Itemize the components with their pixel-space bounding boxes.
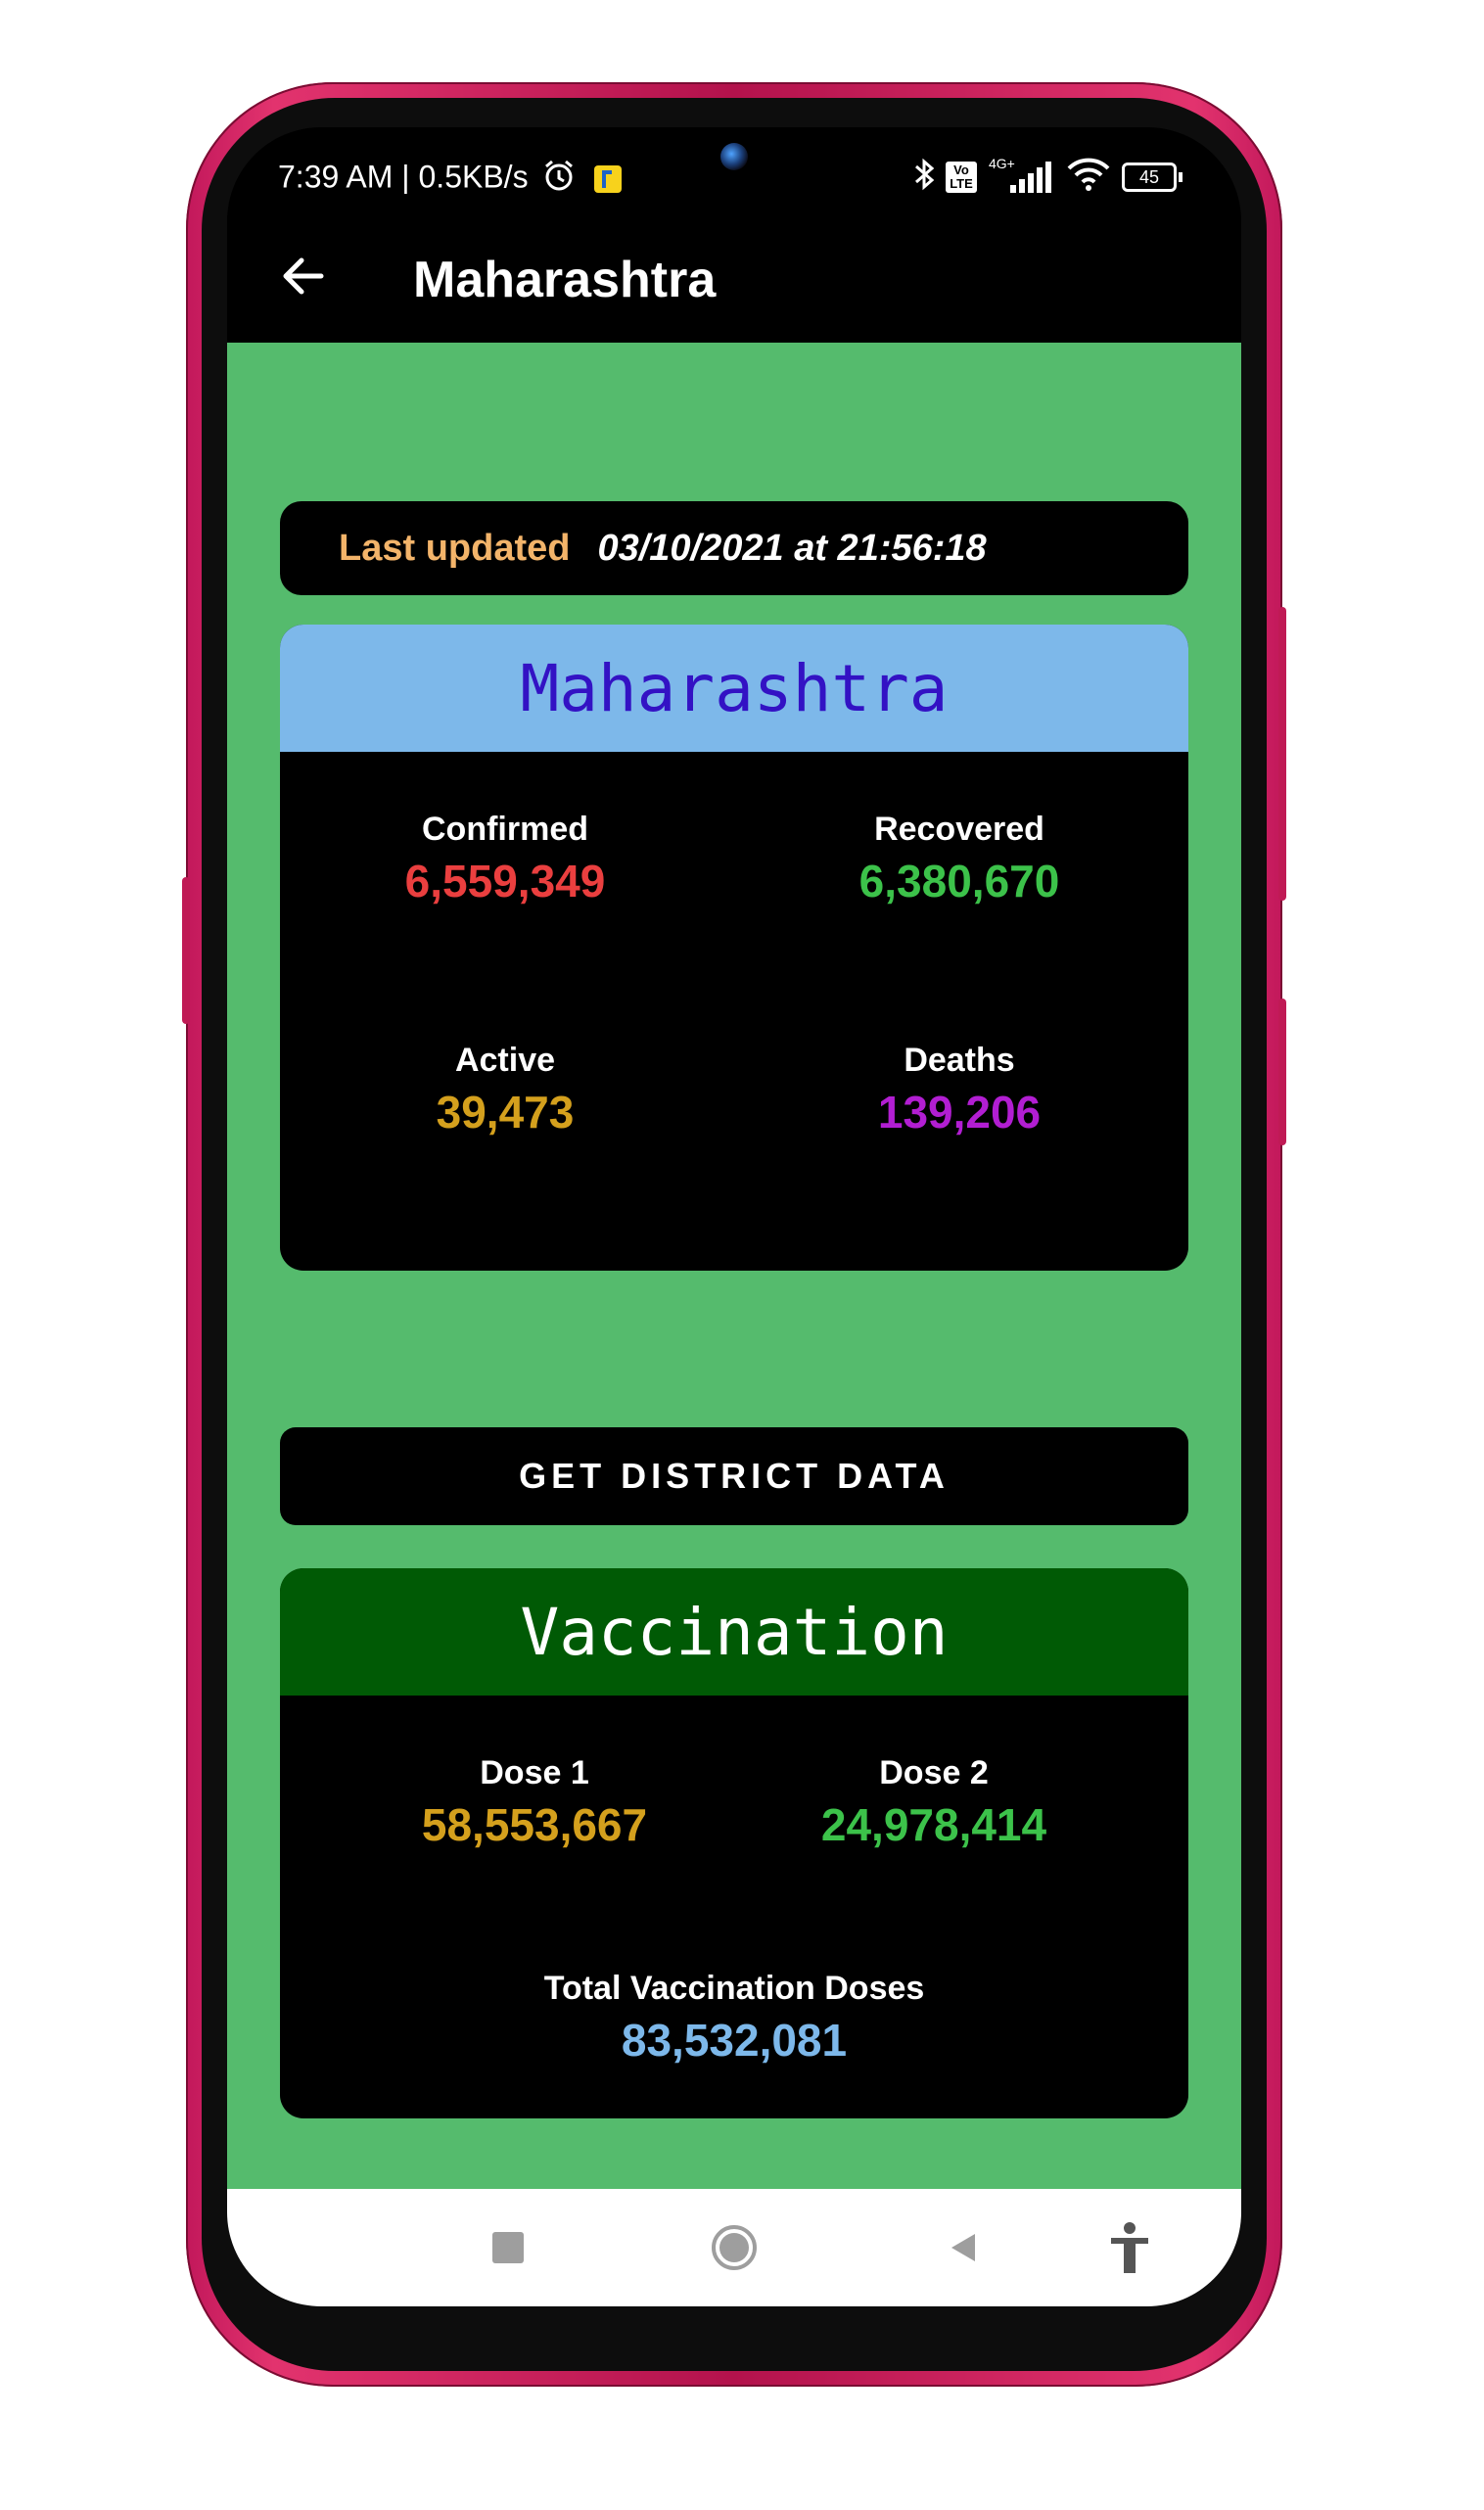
stat-label: Dose 2 bbox=[879, 1754, 989, 1791]
last-updated-label: Last updated bbox=[339, 527, 571, 569]
stat-label: Total Vaccination Doses bbox=[543, 1970, 925, 2007]
vaccination-card-title: Vaccination bbox=[520, 1594, 949, 1670]
stat-confirmed: Confirmed 6,559,349 bbox=[280, 811, 730, 907]
stat-value: 39,473 bbox=[436, 1087, 575, 1138]
battery-level: 45 bbox=[1122, 162, 1177, 192]
state-stats-card: Maharashtra Confirmed 6,559,349 Recovere… bbox=[280, 625, 1188, 1271]
phone-screen: 7:39 AM | 0.5KB/s Vo LTE 4G+ 45 Maharash… bbox=[227, 127, 1241, 2306]
power-button-upper bbox=[1278, 607, 1286, 901]
vaccination-card-header: Vaccination bbox=[280, 1568, 1188, 1696]
app-bar: Maharashtra bbox=[227, 215, 1241, 343]
stat-recovered: Recovered 6,380,670 bbox=[734, 811, 1184, 907]
back-arrow-icon[interactable] bbox=[274, 247, 333, 305]
app-bar-title: Maharashtra bbox=[413, 252, 717, 308]
front-camera bbox=[720, 143, 748, 170]
stat-label: Confirmed bbox=[422, 811, 588, 848]
state-card-header: Maharashtra bbox=[280, 625, 1188, 752]
signal-icon: 4G+ bbox=[987, 156, 1055, 195]
back-triangle-icon[interactable] bbox=[932, 2216, 995, 2279]
stat-value: 6,380,670 bbox=[858, 856, 1060, 906]
power-button-lower bbox=[1278, 999, 1286, 1145]
last-updated-value: 03/10/2021 at 21:56:18 bbox=[597, 527, 987, 569]
vaccination-card: Vaccination Dose 1 58,553,667 Dose 2 24,… bbox=[280, 1568, 1188, 2118]
stat-deaths: Deaths 139,206 bbox=[734, 1042, 1184, 1139]
stat-value: 24,978,414 bbox=[820, 1799, 1047, 1850]
stat-value: 139,206 bbox=[877, 1087, 1042, 1138]
home-circle-icon[interactable] bbox=[703, 2216, 765, 2279]
alarm-icon bbox=[542, 159, 576, 200]
stat-value: 83,532,081 bbox=[621, 2015, 848, 2066]
last-updated-bar: Last updated 03/10/2021 at 21:56:18 bbox=[280, 501, 1188, 595]
stat-label: Recovered bbox=[874, 811, 1044, 848]
stat-total-doses: Total Vaccination Doses 83,532,081 bbox=[441, 1970, 1028, 2067]
status-bar: 7:39 AM | 0.5KB/s Vo LTE 4G+ 45 bbox=[227, 127, 1241, 215]
stat-dose2: Dose 2 24,978,414 bbox=[699, 1754, 1169, 1851]
status-icons: Vo LTE 4G+ 45 bbox=[912, 156, 1183, 197]
wifi-icon bbox=[1065, 157, 1112, 197]
get-district-data-button[interactable]: GET DISTRICT DATA bbox=[280, 1427, 1188, 1525]
status-time: 7:39 AM | 0.5KB/s bbox=[278, 159, 623, 200]
volume-button bbox=[182, 877, 190, 1024]
recents-square-icon[interactable] bbox=[477, 2216, 539, 2279]
flipkart-icon bbox=[594, 165, 623, 193]
battery-icon: 45 bbox=[1122, 162, 1183, 192]
stat-value: 6,559,349 bbox=[404, 856, 606, 906]
main-content: Last updated 03/10/2021 at 21:56:18 Maha… bbox=[227, 343, 1241, 2189]
state-card-title: Maharashtra bbox=[520, 650, 949, 726]
stat-label: Active bbox=[454, 1042, 556, 1079]
navigation-bar bbox=[227, 2189, 1241, 2306]
stat-label: Deaths bbox=[904, 1042, 1015, 1079]
volte-icon: Vo LTE bbox=[946, 161, 977, 193]
accessibility-icon[interactable] bbox=[1098, 2216, 1161, 2279]
status-time-text: 7:39 AM | 0.5KB/s bbox=[278, 159, 529, 195]
bluetooth-icon bbox=[912, 157, 936, 197]
stat-active: Active 39,473 bbox=[280, 1042, 730, 1139]
